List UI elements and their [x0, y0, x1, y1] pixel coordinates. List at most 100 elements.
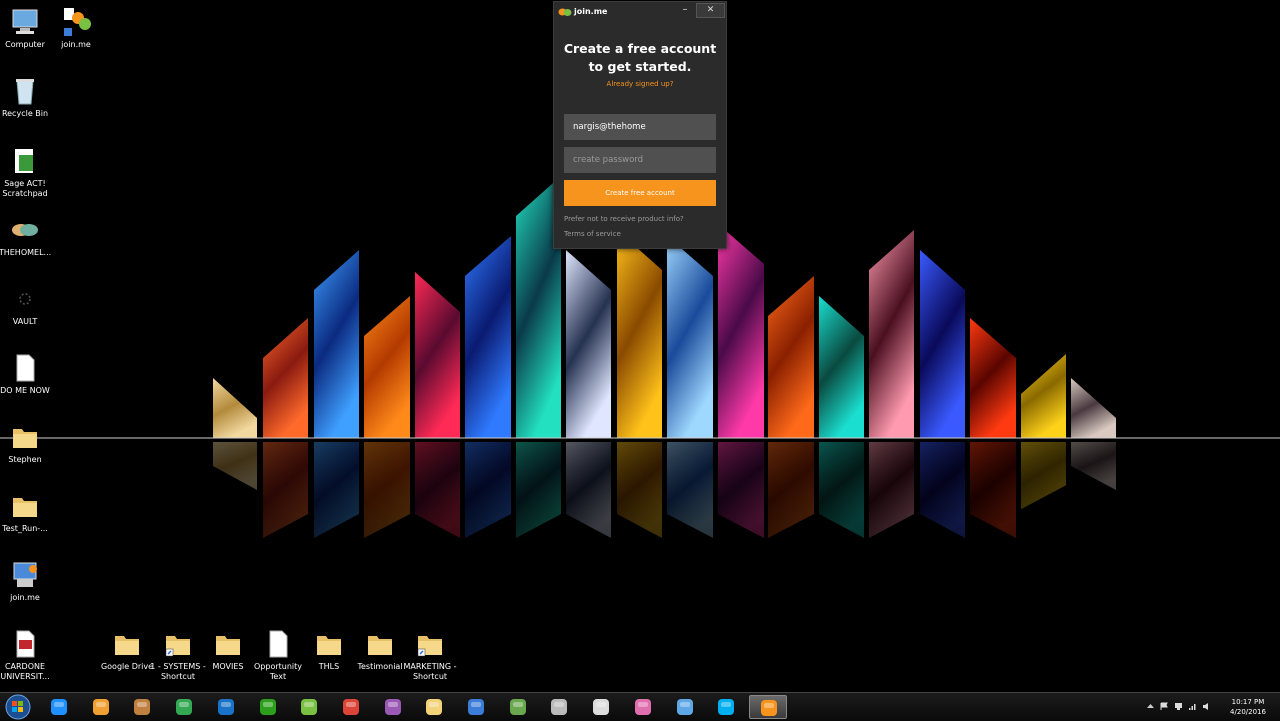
- document-icon: [16, 354, 35, 382]
- home-app-icon: [134, 699, 151, 715]
- document-icon: [269, 630, 288, 658]
- taskbar-app-button[interactable]: [82, 695, 120, 719]
- desktop-icon-item[interactable]: Recycle Bin: [0, 75, 56, 119]
- network-icon[interactable]: [1174, 702, 1183, 711]
- network-app-icon: [468, 699, 484, 715]
- terms-link[interactable]: Terms of service: [564, 230, 621, 238]
- desktop-icon-item[interactable]: Test_Run-...: [0, 490, 56, 534]
- evernote-icon: [301, 699, 318, 715]
- handshake-icon: [12, 224, 38, 236]
- paint-app-icon: [634, 699, 651, 715]
- taskbar-app-button[interactable]: [624, 695, 662, 719]
- heading-line-2: to get started.: [588, 59, 692, 74]
- file-explorer-icon: [426, 699, 443, 715]
- taskbar-app-button[interactable]: [748, 695, 787, 719]
- desktop-icon-item[interactable]: join.me: [0, 559, 56, 603]
- skype-icon: [718, 699, 735, 715]
- vault-icon: [19, 293, 31, 305]
- clock[interactable]: 10:17 PM 4/20/2016: [1220, 697, 1276, 717]
- handshake-app-icon: [509, 699, 526, 715]
- desktop-icon-label: Recycle Bin: [1, 109, 49, 118]
- folder-shortcut-icon: [165, 636, 190, 657]
- window-title: join.me: [574, 7, 608, 16]
- create-account-button[interactable]: Create free account: [564, 180, 716, 206]
- desktop-icon-item[interactable]: DO ME NOW: [0, 352, 56, 396]
- camera-app-icon: [551, 699, 568, 715]
- start-button[interactable]: [3, 693, 33, 721]
- taskbar-app-button[interactable]: [40, 695, 78, 719]
- desktop-icon-label: Test_Run-...: [2, 524, 48, 533]
- signup-heading: Create a free account to get started.: [554, 40, 726, 76]
- pdf-icon: [16, 630, 35, 658]
- remote-desktop-icon: [676, 699, 693, 715]
- desktop-icon-label: THEHOMEL...: [0, 248, 52, 257]
- email-field[interactable]: nargis@thehome: [564, 114, 716, 140]
- joinme-icon: [64, 8, 91, 36]
- taskbar-app-button[interactable]: [707, 695, 745, 719]
- desktop-icon-label: Stephen: [8, 455, 42, 464]
- system-tray: 10:17 PM 4/20/2016: [1140, 693, 1280, 721]
- taskbar: 10:17 PM 4/20/2016: [0, 692, 1280, 721]
- taskbar-app-button[interactable]: [415, 695, 453, 719]
- folder-icon: [317, 636, 341, 655]
- joinme-signup-window[interactable]: join.me – ✕ Create a free account to get…: [553, 1, 727, 249]
- joinme-logo-icon: [558, 8, 572, 16]
- taskbar-app-button[interactable]: [290, 695, 328, 719]
- internet-explorer-icon: [51, 699, 67, 715]
- password-field[interactable]: create password: [564, 147, 716, 173]
- folder-icon: [13, 429, 37, 448]
- google-drive-icon: [176, 699, 193, 715]
- clock-time: 10:17 PM: [1231, 698, 1265, 706]
- desktop-icon-label: MARKETING - Shortcut: [403, 662, 457, 681]
- desktop-icon-item[interactable]: VAULT: [0, 283, 56, 327]
- screen-app-icon: [593, 699, 610, 715]
- taskbar-app-button[interactable]: [165, 695, 203, 719]
- window-titlebar[interactable]: join.me – ✕: [554, 2, 726, 22]
- volume-icon[interactable]: [1202, 702, 1211, 711]
- taskbar-app-button[interactable]: [123, 695, 161, 719]
- quickbooks-icon: [259, 699, 276, 715]
- desktop-icon-item[interactable]: Stephen: [0, 421, 56, 465]
- sage-act-icon: [15, 149, 33, 173]
- taskbar-app-button[interactable]: [666, 695, 704, 719]
- flag-icon[interactable]: [1160, 702, 1169, 711]
- heading-line-1: Create a free account: [563, 41, 717, 56]
- desktop-icon-item[interactable]: Sage ACT! Scratchpad: [0, 145, 56, 199]
- taskbar-app-button[interactable]: [332, 695, 370, 719]
- desktop-icon-label: Sage ACT! Scratchpad: [2, 179, 48, 198]
- desktop-icon-joinme[interactable]: join.me: [45, 6, 107, 50]
- taskbar-app-button[interactable]: [540, 695, 578, 719]
- taskbar-app-button[interactable]: [249, 695, 287, 719]
- minimize-button[interactable]: –: [678, 4, 692, 18]
- folder-icon: [13, 498, 37, 517]
- show-hidden-icons-icon[interactable]: [1146, 702, 1155, 711]
- folder-icon: [368, 636, 392, 655]
- folder-icon: [115, 636, 139, 655]
- taskbar-app-button[interactable]: [374, 695, 412, 719]
- chrome-icon: [342, 699, 359, 715]
- taskbar-app-button[interactable]: [499, 695, 537, 719]
- outlook-icon: [217, 699, 234, 715]
- app-star-icon: [384, 699, 401, 715]
- desktop-icon-label: join.me: [10, 593, 40, 602]
- folder-icon: [216, 636, 240, 655]
- joinme-installer-icon: [13, 562, 37, 587]
- desktop-icon-label: VAULT: [12, 317, 38, 326]
- taskbar-app-button[interactable]: [207, 695, 245, 719]
- desktop-icon-label: DO ME NOW: [0, 386, 50, 395]
- opt-out-link[interactable]: Prefer not to receive product info?: [564, 215, 684, 223]
- taskbar-app-button[interactable]: [457, 695, 495, 719]
- recycle-bin-icon: [16, 79, 34, 105]
- taskbar-app-button[interactable]: [582, 695, 620, 719]
- close-button[interactable]: ✕: [696, 3, 725, 18]
- desktop-icon-item[interactable]: THEHOMEL...: [0, 214, 56, 258]
- desktop-icon-item[interactable]: MARKETING - Shortcut: [399, 628, 461, 682]
- already-signed-up-link[interactable]: Already signed up?: [554, 80, 726, 88]
- wifi-icon[interactable]: [1188, 702, 1197, 711]
- desktop-icon-item[interactable]: CARDONE UNIVERSIT...: [0, 628, 56, 682]
- folder-shortcut-icon: [417, 636, 442, 657]
- desktop-icon-label: CARDONE UNIVERSIT...: [0, 662, 50, 681]
- computer-icon: [12, 9, 38, 34]
- media-player-icon: [92, 699, 109, 715]
- joinme-taskbar-icon: [760, 700, 777, 716]
